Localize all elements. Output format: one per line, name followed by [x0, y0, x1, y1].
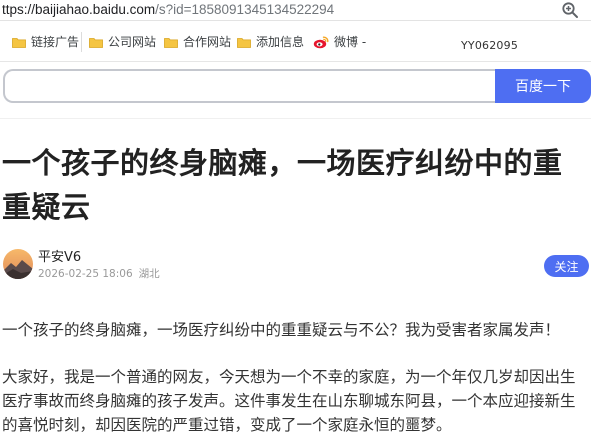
bookmark-label: 微博 - — [334, 35, 367, 49]
divider — [0, 118, 591, 119]
author-meta: 2026-02-25 18:06 湖北 — [38, 268, 160, 281]
avatar-landscape-icon — [3, 249, 33, 279]
article-paragraph: 大家好，我是一个普通的网友，今天想为一个不幸的家庭，为一个年仅几岁却因出生医疗事… — [2, 368, 576, 434]
search-input[interactable] — [3, 69, 497, 103]
bookmark-folder-addinfo[interactable]: 添加信息 — [237, 34, 304, 50]
bookmarks-bar: 链接广告 公司网站 合作网站 添加信息 微博 - YY062095 — [0, 22, 591, 62]
watermark-code: YY062095 — [461, 39, 519, 52]
avatar[interactable] — [3, 249, 33, 279]
url-text[interactable]: ttps://baijiahao.baidu.com/s?id=18580913… — [2, 1, 334, 18]
article-title: 一个孩子的终身脑瘫，一场医疗纠纷中的重重疑云 — [2, 146, 563, 224]
bookmark-label: 添加信息 — [256, 35, 305, 49]
folder-icon — [12, 37, 26, 48]
url-host: ttps://baijiahao.baidu.com — [2, 2, 156, 17]
bookmark-folder-partner[interactable]: 合作网站 — [164, 34, 231, 50]
magnifier-zoom-icon[interactable] — [561, 1, 579, 19]
publish-location: 湖北 — [138, 268, 160, 280]
weibo-icon — [313, 36, 329, 49]
search-bar: 百度一下 — [0, 69, 591, 103]
bookmark-folder-ads[interactable]: 链接广告 — [12, 34, 79, 50]
folder-icon — [164, 37, 178, 48]
bookmark-weibo[interactable]: 微博 - — [313, 34, 366, 50]
publish-datetime: 2026-02-25 18:06 — [38, 268, 133, 280]
bookmark-folder-company[interactable]: 公司网站 — [89, 34, 156, 50]
bookmark-label: 公司网站 — [108, 35, 157, 49]
baidu-search-button[interactable]: 百度一下 — [495, 69, 591, 103]
follow-button[interactable]: 关注 — [544, 255, 589, 277]
bookmark-separator — [81, 32, 82, 52]
article-paragraph: 一个孩子的终身脑瘫，一场医疗纠纷中的重重疑云与不公？我为受害者家属发声！ — [2, 321, 561, 339]
bookmark-label: 合作网站 — [183, 35, 232, 49]
address-bar[interactable]: ttps://baijiahao.baidu.com/s?id=18580913… — [0, 0, 591, 21]
folder-icon — [237, 37, 251, 48]
bookmark-label: 链接广告 — [31, 35, 80, 49]
url-path: /s?id=1858091345134522294 — [155, 2, 335, 17]
author-name[interactable]: 平安V6 — [38, 250, 81, 266]
folder-icon — [89, 37, 103, 48]
